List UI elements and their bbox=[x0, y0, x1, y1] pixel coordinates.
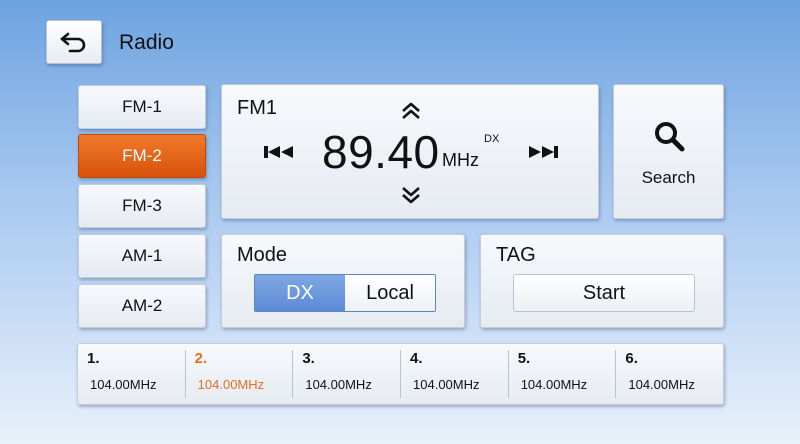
tag-start-button[interactable]: Start bbox=[513, 274, 695, 312]
preset-number: 5. bbox=[517, 350, 531, 367]
frequency-display-panel: FM1 89.40 MHz DX bbox=[221, 84, 599, 219]
tune-down-button[interactable] bbox=[400, 185, 422, 210]
tune-up-button[interactable] bbox=[400, 101, 422, 126]
skip-previous-icon bbox=[264, 146, 293, 158]
back-arrow-icon bbox=[60, 32, 86, 53]
preset-2[interactable]: 2. 104.00MHz bbox=[186, 350, 294, 398]
seek-previous-button[interactable] bbox=[262, 143, 296, 166]
band-label: AM-1 bbox=[121, 246, 163, 265]
preset-number: 2. bbox=[194, 350, 208, 367]
preset-5[interactable]: 5. 104.00MHz bbox=[509, 350, 617, 398]
skip-next-icon bbox=[529, 146, 558, 158]
preset-number: 4. bbox=[410, 350, 423, 367]
band-button-fm2[interactable]: FM-2 bbox=[78, 134, 206, 178]
band-button-am1[interactable]: AM-1 bbox=[78, 234, 206, 278]
preset-frequency: 104.00MHz bbox=[305, 377, 372, 392]
mode-option-dx[interactable]: DX bbox=[255, 275, 345, 311]
chevron-double-down-icon bbox=[402, 187, 420, 204]
frequency-unit: MHz bbox=[442, 150, 479, 170]
tag-label: TAG bbox=[496, 244, 536, 266]
band-label: AM-2 bbox=[121, 296, 163, 315]
band-button-fm3[interactable]: FM-3 bbox=[78, 184, 206, 228]
search-label: Search bbox=[641, 168, 696, 187]
band-button-fm1[interactable]: FM-1 bbox=[78, 85, 206, 129]
mode-label: Mode bbox=[237, 244, 288, 266]
mode-toggle: DX Local bbox=[254, 274, 436, 312]
band-label: FM-2 bbox=[122, 146, 162, 165]
preset-frequency: 104.00MHz bbox=[628, 377, 695, 392]
frequency-value: 89.40 bbox=[322, 126, 440, 178]
preset-4[interactable]: 4. 104.00MHz bbox=[401, 350, 509, 398]
mode-option-local[interactable]: Local bbox=[345, 275, 435, 311]
presets-bar: 1. 104.00MHz 2. 104.00MHz 3. 104.00MHz 4… bbox=[77, 343, 724, 405]
preset-3[interactable]: 3. 104.00MHz bbox=[293, 350, 402, 398]
dx-indicator: DX bbox=[484, 133, 500, 145]
preset-6[interactable]: 6. 104.00MHz bbox=[616, 350, 723, 398]
band-label: FM-3 bbox=[122, 196, 162, 215]
search-button[interactable]: Search bbox=[613, 84, 724, 219]
preset-frequency: 104.00MHz bbox=[413, 377, 480, 392]
preset-frequency: 104.00MHz bbox=[520, 377, 588, 392]
seek-next-button[interactable] bbox=[526, 143, 560, 166]
mode-panel: Mode DX Local bbox=[221, 234, 465, 328]
search-icon bbox=[655, 122, 685, 152]
band-button-am2[interactable]: AM-2 bbox=[78, 284, 206, 328]
page-title: Radio bbox=[119, 31, 174, 54]
preset-number: 3. bbox=[302, 350, 315, 367]
current-band-label: FM1 bbox=[237, 97, 277, 119]
preset-number: 6. bbox=[625, 350, 638, 367]
tag-panel: TAG Start bbox=[480, 234, 724, 328]
preset-frequency: 104.00MHz bbox=[197, 377, 265, 392]
preset-number: 1. bbox=[87, 350, 100, 367]
back-button[interactable] bbox=[46, 20, 102, 64]
preset-1[interactable]: 1. 104.00MHz bbox=[78, 350, 186, 398]
band-label: FM-1 bbox=[122, 97, 162, 116]
preset-frequency: 104.00MHz bbox=[90, 377, 157, 392]
chevron-double-up-icon bbox=[402, 102, 420, 119]
